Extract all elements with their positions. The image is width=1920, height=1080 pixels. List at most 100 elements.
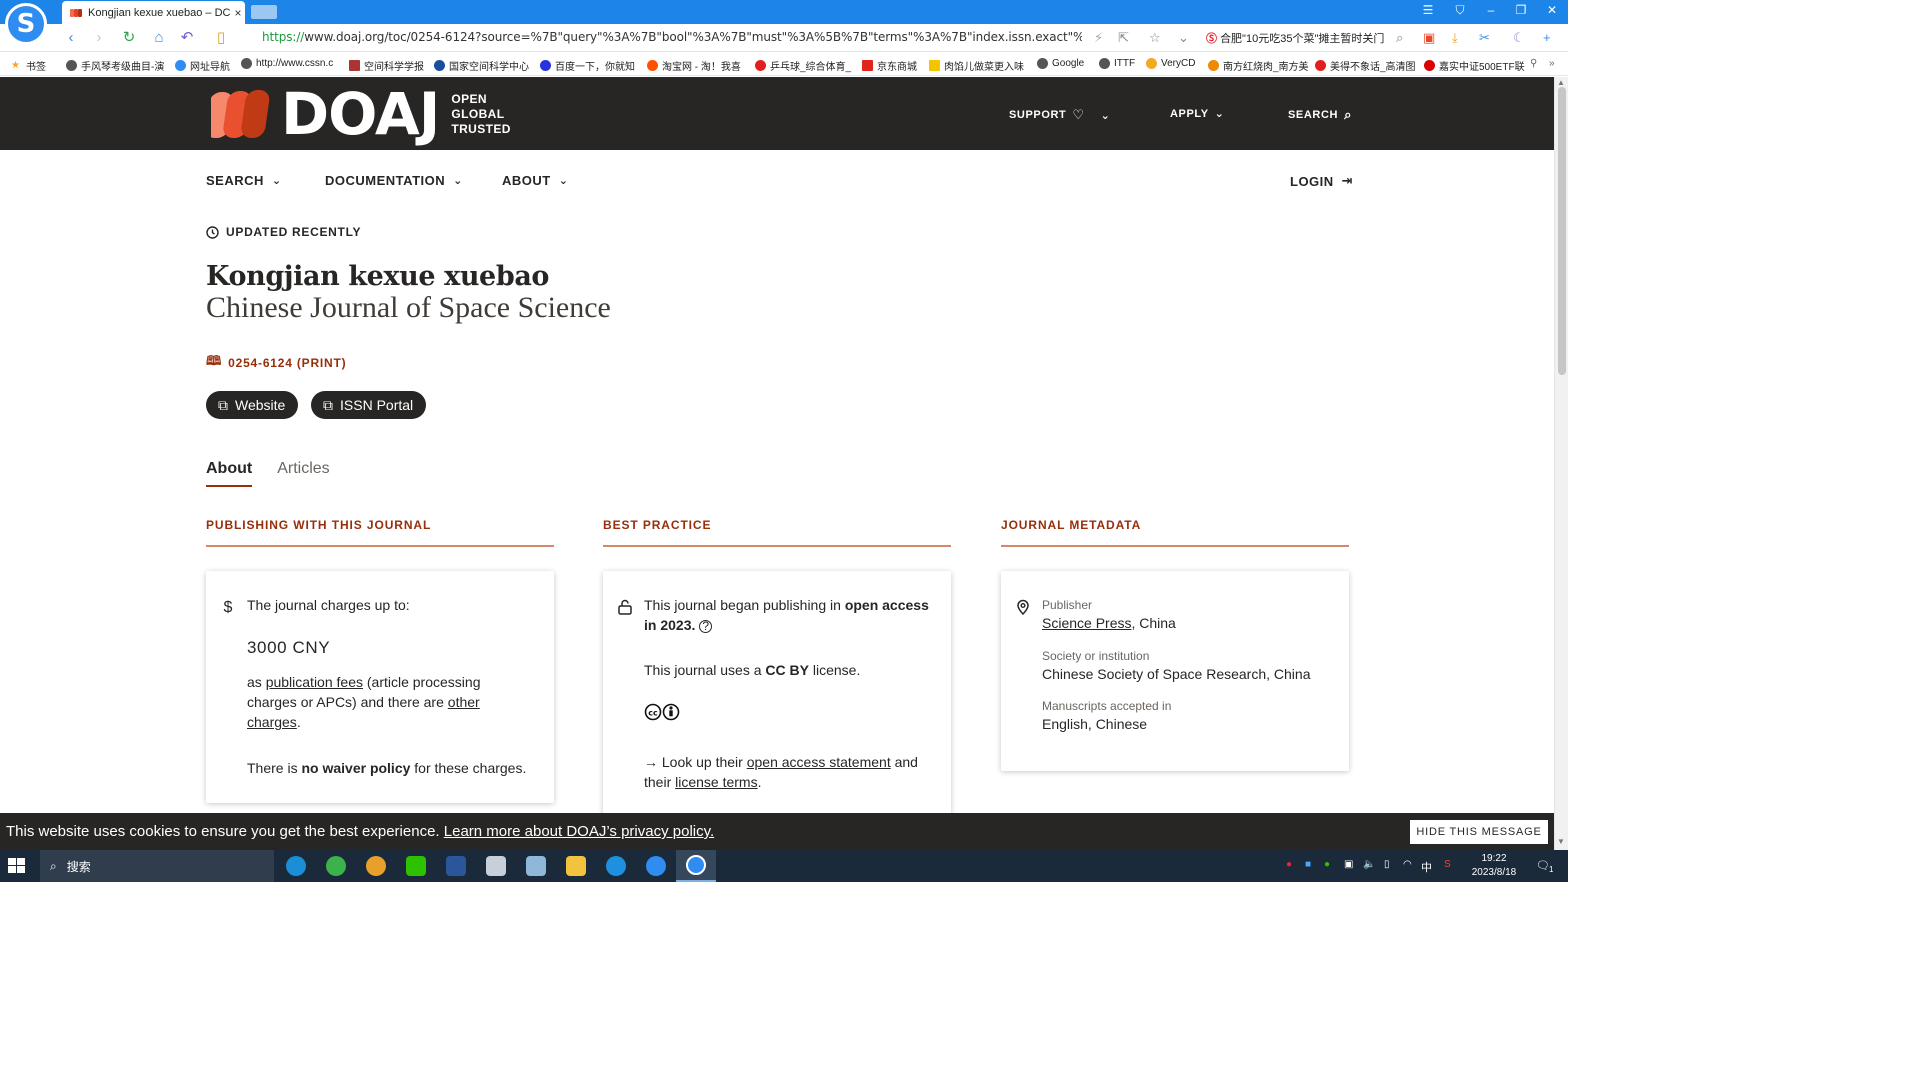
doaj-logo[interactable]: DOAJ OPEN GLOBAL TRUSTED — [205, 85, 511, 143]
other-link[interactable]: other — [448, 694, 480, 710]
license-terms-link[interactable]: license terms — [675, 774, 757, 790]
battery-icon[interactable]: ▯ — [1384, 859, 1390, 870]
header-apply-menu[interactable]: APPLY ⌄ — [1170, 107, 1225, 121]
file-explorer-icon[interactable] — [556, 850, 596, 882]
notification-center-icon[interactable]: 🗨 — [1536, 859, 1550, 872]
night-mode-icon[interactable]: ☾ — [1513, 30, 1525, 46]
subnav-documentation[interactable]: DOCUMENTATION ⌄ — [325, 173, 463, 188]
green-app-icon[interactable] — [316, 850, 356, 882]
scroll-down-icon[interactable]: ▼ — [1557, 837, 1565, 846]
journal-alternative-title: Chinese Journal of Space Science — [206, 291, 611, 324]
download-icon[interactable]: ⤓ — [1452, 30, 1458, 46]
bookmark-item[interactable]: 手风琴考级曲目-演 — [66, 58, 164, 73]
sogou-browser-logo[interactable]: S — [5, 3, 47, 45]
notes-app-icon[interactable] — [516, 850, 556, 882]
browser-tab-active[interactable]: Kongjian kexue xuebao – DC × — [62, 1, 245, 24]
website-button[interactable]: ⧉ Website — [206, 391, 299, 419]
menu-icon[interactable]: ☰ — [1418, 3, 1438, 17]
ie-icon[interactable] — [596, 850, 636, 882]
privacy-policy-link[interactable]: Learn more about DOAJ’s privacy policy. — [444, 823, 714, 840]
edge-icon[interactable] — [276, 850, 316, 882]
lightning-icon[interactable]: ⚡ — [1094, 30, 1103, 46]
pin-icon[interactable]: ⚲ — [1530, 58, 1537, 69]
ime-indicator[interactable]: 中 — [1421, 859, 1432, 875]
open-access-statement-link[interactable]: open access statement — [747, 754, 891, 770]
volume-icon[interactable]: 🔈 — [1363, 859, 1375, 870]
subnav-about[interactable]: ABOUT ⌄ — [502, 173, 568, 188]
section-publishing-heading: PUBLISHING WITH THIS JOURNAL — [206, 518, 554, 547]
paint-app-icon[interactable] — [476, 850, 516, 882]
publisher-link[interactable]: Science Press — [1042, 615, 1131, 631]
bookmark-item[interactable]: 京东商城 — [862, 58, 917, 73]
taskbar-clock[interactable]: 19:22 2023/8/18 — [1462, 852, 1526, 880]
tray-app-icon[interactable]: ● — [1286, 859, 1292, 870]
jd-icon — [862, 60, 873, 71]
forward-icon[interactable]: › — [89, 28, 109, 48]
color-app-icon[interactable] — [356, 850, 396, 882]
bookmark-item[interactable]: 南方红烧肉_南方美 — [1208, 58, 1309, 73]
minimize-button[interactable]: – — [1481, 3, 1501, 17]
wifi-icon[interactable]: ◠ — [1403, 859, 1412, 870]
skin-icon[interactable]: ⛉ — [1450, 3, 1470, 18]
help-icon[interactable]: ? — [699, 620, 713, 633]
bookmark-item[interactable]: ITTF — [1099, 58, 1135, 69]
header-search-link[interactable]: SEARCH ⌕ — [1288, 107, 1352, 123]
bookmark-item[interactable]: 乒乓球_综合体育_ — [755, 58, 851, 73]
back-icon[interactable]: ‹ — [61, 28, 81, 48]
bookmark-item[interactable]: 网址导航 — [175, 58, 230, 73]
bookmark-item[interactable]: 肉馅儿做菜更入味 — [929, 58, 1024, 73]
charges-link[interactable]: charges — [247, 714, 297, 730]
reading-mode-icon[interactable]: ▯ — [211, 28, 231, 48]
reload-icon[interactable]: ↻ — [119, 28, 139, 48]
scroll-thumb[interactable] — [1558, 87, 1566, 375]
bookmark-item[interactable]: ★ 书签 — [11, 58, 46, 73]
login-link[interactable]: LOGIN ⇥ — [1290, 173, 1353, 189]
url-field[interactable]: https://www.doaj.org/toc/0254-6124?sourc… — [262, 30, 1082, 44]
undo-close-icon[interactable]: ↶ — [177, 28, 197, 48]
screenshot-icon[interactable]: ✂ — [1479, 30, 1490, 46]
word-icon[interactable] — [436, 850, 476, 882]
bookmark-item[interactable]: 美得不象话_高清图 — [1315, 58, 1416, 73]
close-window-button[interactable]: ✕ — [1542, 3, 1562, 17]
tray-wechat-icon[interactable]: ● — [1324, 859, 1330, 870]
header-support-menu[interactable]: SUPPORT ♡ ⌄ — [1009, 107, 1110, 123]
translate-icon[interactable]: ▣ — [1423, 30, 1435, 46]
search-icon[interactable]: ⌕ — [1396, 30, 1403, 46]
hide-cookie-message-button[interactable]: HIDE THIS MESSAGE — [1410, 820, 1548, 844]
tab-close-icon[interactable]: × — [231, 6, 245, 20]
sogou-browser-taskbar-icon[interactable] — [636, 850, 676, 882]
bookmark-item[interactable]: http://www.cssn.c — [241, 58, 333, 69]
more-bookmarks-icon[interactable]: » — [1549, 58, 1555, 69]
sogou-browser-active-icon[interactable] — [676, 850, 716, 882]
support-label: SUPPORT — [1009, 109, 1067, 121]
publication-fees-link[interactable]: publication fees — [266, 674, 363, 690]
scroll-up-icon[interactable]: ▲ — [1557, 78, 1565, 87]
add-icon[interactable]: + — [1543, 30, 1551, 45]
bookmark-item[interactable]: Google — [1037, 58, 1084, 69]
page-scrollbar[interactable]: ▲ ▼ — [1554, 77, 1568, 850]
taskbar-search-box[interactable]: ⌕ 搜索 — [40, 850, 274, 882]
new-tab-button[interactable] — [251, 5, 277, 19]
tab-articles[interactable]: Articles — [277, 460, 329, 487]
bookmark-item[interactable]: 空间科学学报 — [349, 58, 424, 73]
tray-app-icon[interactable]: ■ — [1305, 859, 1311, 870]
bookmark-item[interactable]: 国家空间科学中心 — [434, 58, 529, 73]
clock-time: 19:22 — [1481, 853, 1507, 864]
bookmark-item[interactable]: VeryCD — [1146, 58, 1195, 69]
bookmark-item[interactable]: 淘宝网 - 淘！我喜 — [647, 58, 741, 73]
bookmark-item[interactable]: 嘉实中证500ETF联 — [1424, 58, 1525, 73]
windows-start-icon[interactable] — [8, 858, 26, 874]
news-ticker[interactable]: Ⓢ 合肥"10元吃35个菜"摊主暂时关门 — [1206, 30, 1406, 46]
bookmark-item[interactable]: 百度一下，你就知 — [540, 58, 635, 73]
tab-about[interactable]: About — [206, 460, 253, 487]
tray-security-icon[interactable]: ▣ — [1344, 859, 1353, 870]
dropdown-icon[interactable]: ⌄ — [1178, 30, 1189, 46]
star-icon[interactable]: ☆ — [1149, 30, 1161, 46]
wechat-icon[interactable] — [396, 850, 436, 882]
subnav-search[interactable]: SEARCH ⌄ — [206, 173, 282, 188]
restore-button[interactable]: ❐ — [1511, 3, 1531, 17]
home-icon[interactable]: ⌂ — [149, 28, 169, 48]
issn-portal-button[interactable]: ⧉ ISSN Portal — [311, 391, 427, 419]
sogou-ime-icon[interactable]: S — [1444, 859, 1451, 870]
share-icon[interactable]: ⇱ — [1118, 30, 1129, 46]
